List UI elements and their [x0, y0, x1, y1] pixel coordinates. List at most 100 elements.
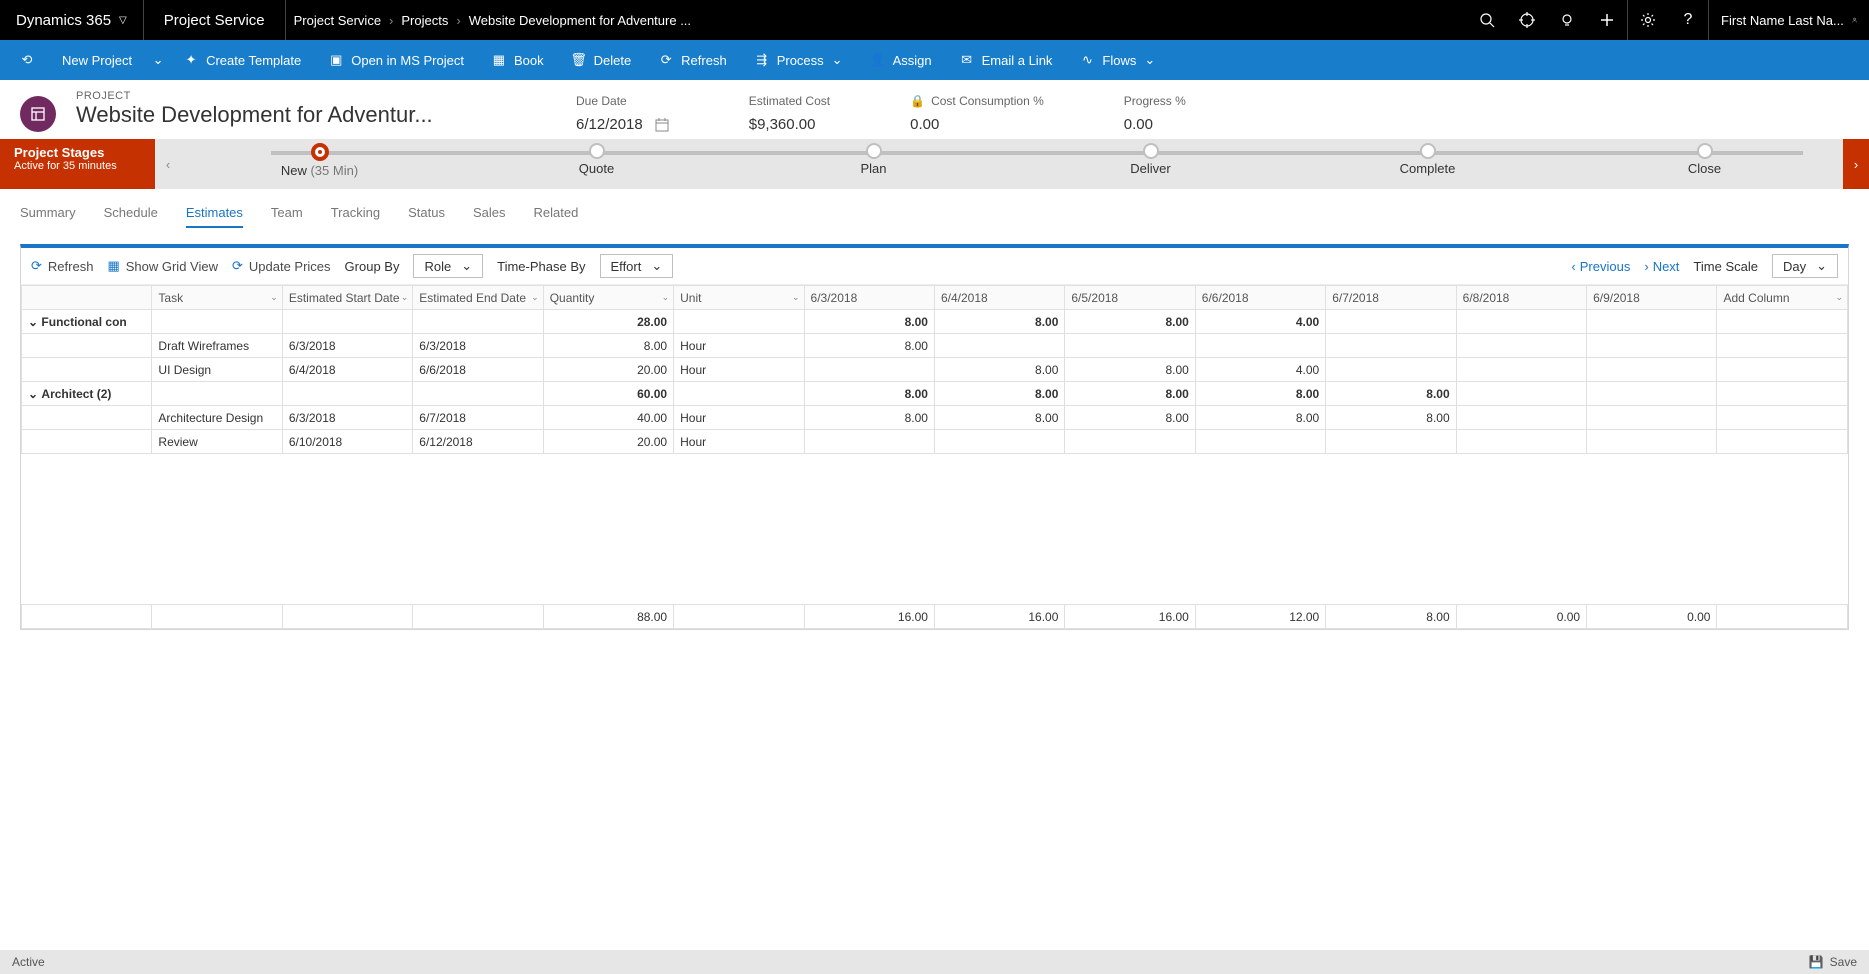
- table-row[interactable]: Architecture Design6/3/20186/7/201840.00…: [22, 406, 1848, 430]
- grid-cell[interactable]: 16.00: [934, 605, 1064, 629]
- grid-cell[interactable]: ⌄ Functional con: [22, 310, 152, 334]
- column-header[interactable]: 6/3/2018: [804, 286, 934, 310]
- grid-cell[interactable]: 8.00: [934, 382, 1064, 406]
- grid-cell[interactable]: [1587, 310, 1717, 334]
- grid-cell[interactable]: 8.00: [1065, 406, 1195, 430]
- grid-cell[interactable]: 40.00: [543, 406, 673, 430]
- grid-cell[interactable]: 60.00: [543, 382, 673, 406]
- grid-cell[interactable]: Draft Wireframes: [152, 334, 282, 358]
- grid-cell[interactable]: 6/6/2018: [413, 358, 543, 382]
- grid-cell[interactable]: [1456, 310, 1586, 334]
- grid-cell[interactable]: [413, 382, 543, 406]
- column-header[interactable]: Add Column⌄: [1717, 286, 1848, 310]
- email-link-button[interactable]: ✉Email a Link: [948, 40, 1065, 80]
- grid-cell[interactable]: 8.00: [934, 406, 1064, 430]
- grid-cell[interactable]: [22, 406, 152, 430]
- grid-cell[interactable]: Architecture Design: [152, 406, 282, 430]
- add-icon[interactable]: [1587, 0, 1627, 40]
- grid-cell[interactable]: [22, 605, 152, 629]
- breadcrumb-item[interactable]: Website Development for Adventure ...: [469, 13, 691, 28]
- grid-cell[interactable]: Hour: [674, 334, 804, 358]
- column-header[interactable]: [22, 286, 152, 310]
- grid-cell[interactable]: 16.00: [804, 605, 934, 629]
- grid-cell[interactable]: UI Design: [152, 358, 282, 382]
- open-ms-project-button[interactable]: ▣Open in MS Project: [317, 40, 476, 80]
- tab-related[interactable]: Related: [533, 199, 578, 228]
- grid-cell[interactable]: [1195, 430, 1325, 454]
- estimates-grid[interactable]: Task⌄Estimated Start Date⌄Estimated End …: [21, 285, 1848, 454]
- grid-cell[interactable]: [804, 430, 934, 454]
- grid-cell[interactable]: [1717, 358, 1848, 382]
- grid-cell[interactable]: [674, 605, 804, 629]
- grid-cell[interactable]: [1326, 334, 1456, 358]
- grid-cell[interactable]: 8.00: [1326, 406, 1456, 430]
- stage-deliver[interactable]: Deliver: [1012, 139, 1289, 189]
- grid-cell[interactable]: [1456, 430, 1586, 454]
- grid-cell[interactable]: 8.00: [804, 334, 934, 358]
- grid-cell[interactable]: [152, 310, 282, 334]
- grid-cell[interactable]: 4.00: [1195, 358, 1325, 382]
- column-header[interactable]: 6/8/2018: [1456, 286, 1586, 310]
- flows-button[interactable]: ∿Flows⌄: [1068, 40, 1167, 80]
- grid-cell[interactable]: 8.00: [543, 334, 673, 358]
- grid-cell[interactable]: 6/4/2018: [282, 358, 412, 382]
- user-menu[interactable]: First Name Last Na...: [1709, 12, 1869, 28]
- stage-new[interactable]: New (35 Min): [181, 139, 458, 189]
- grid-cell[interactable]: [1065, 334, 1195, 358]
- grid-cell[interactable]: 6/12/2018: [413, 430, 543, 454]
- grid-cell[interactable]: Hour: [674, 430, 804, 454]
- grid-cell[interactable]: Review: [152, 430, 282, 454]
- grid-cell[interactable]: 20.00: [543, 430, 673, 454]
- grid-cell[interactable]: 8.00: [1326, 382, 1456, 406]
- grid-cell[interactable]: [22, 430, 152, 454]
- grid-cell[interactable]: 16.00: [1065, 605, 1195, 629]
- grid-cell[interactable]: [1587, 382, 1717, 406]
- grid-cell[interactable]: [1195, 334, 1325, 358]
- product-name[interactable]: Project Service: [144, 12, 285, 29]
- previous-button[interactable]: ‹Previous: [1571, 259, 1630, 274]
- tab-status[interactable]: Status: [408, 199, 445, 228]
- process-button[interactable]: ⇶Process⌄: [743, 40, 855, 80]
- time-scale-dropdown[interactable]: Day⌄: [1772, 254, 1838, 278]
- grid-cell[interactable]: [282, 310, 412, 334]
- search-icon[interactable]: [1467, 0, 1507, 40]
- table-row[interactable]: UI Design6/4/20186/6/201820.00Hour8.008.…: [22, 358, 1848, 382]
- new-project-button[interactable]: New Project: [50, 40, 144, 80]
- target-icon[interactable]: [1507, 0, 1547, 40]
- brand-menu[interactable]: Dynamics 365 ▽: [0, 12, 143, 29]
- grid-cell[interactable]: 8.00: [1065, 382, 1195, 406]
- time-phase-dropdown[interactable]: Effort⌄: [600, 254, 674, 278]
- grid-cell[interactable]: 28.00: [543, 310, 673, 334]
- lightbulb-icon[interactable]: [1547, 0, 1587, 40]
- grid-cell[interactable]: [804, 358, 934, 382]
- grid-cell[interactable]: [1717, 382, 1848, 406]
- column-header[interactable]: 6/9/2018: [1587, 286, 1717, 310]
- tab-team[interactable]: Team: [271, 199, 303, 228]
- column-header[interactable]: 6/6/2018: [1195, 286, 1325, 310]
- column-header[interactable]: Task⌄: [152, 286, 282, 310]
- grid-cell[interactable]: 20.00: [543, 358, 673, 382]
- grid-cell[interactable]: [282, 382, 412, 406]
- grid-cell[interactable]: [1717, 430, 1848, 454]
- grid-cell[interactable]: 8.00: [804, 382, 934, 406]
- create-template-button[interactable]: ✦Create Template: [172, 40, 313, 80]
- group-by-dropdown[interactable]: Role⌄: [413, 254, 483, 278]
- grid-cell[interactable]: 6/3/2018: [413, 334, 543, 358]
- grid-cell[interactable]: [152, 382, 282, 406]
- breadcrumb-item[interactable]: Projects: [401, 13, 448, 28]
- grid-cell[interactable]: [1456, 334, 1586, 358]
- grid-cell[interactable]: Hour: [674, 406, 804, 430]
- grid-cell[interactable]: 8.00: [934, 310, 1064, 334]
- column-header[interactable]: Estimated Start Date⌄: [282, 286, 412, 310]
- grid-cell[interactable]: [934, 430, 1064, 454]
- grid-cell[interactable]: [1065, 430, 1195, 454]
- grid-cell[interactable]: 0.00: [1456, 605, 1586, 629]
- group-row[interactable]: ⌄ Architect (2)60.008.008.008.008.008.00: [22, 382, 1848, 406]
- grid-cell[interactable]: [22, 334, 152, 358]
- gear-icon[interactable]: [1628, 0, 1668, 40]
- stage-quote[interactable]: Quote: [458, 139, 735, 189]
- due-date-value[interactable]: 6/12/2018: [576, 116, 643, 133]
- stage-close[interactable]: Close: [1566, 139, 1843, 189]
- grid-cell[interactable]: 8.00: [1065, 310, 1195, 334]
- update-prices-button[interactable]: ⟳Update Prices: [232, 258, 331, 274]
